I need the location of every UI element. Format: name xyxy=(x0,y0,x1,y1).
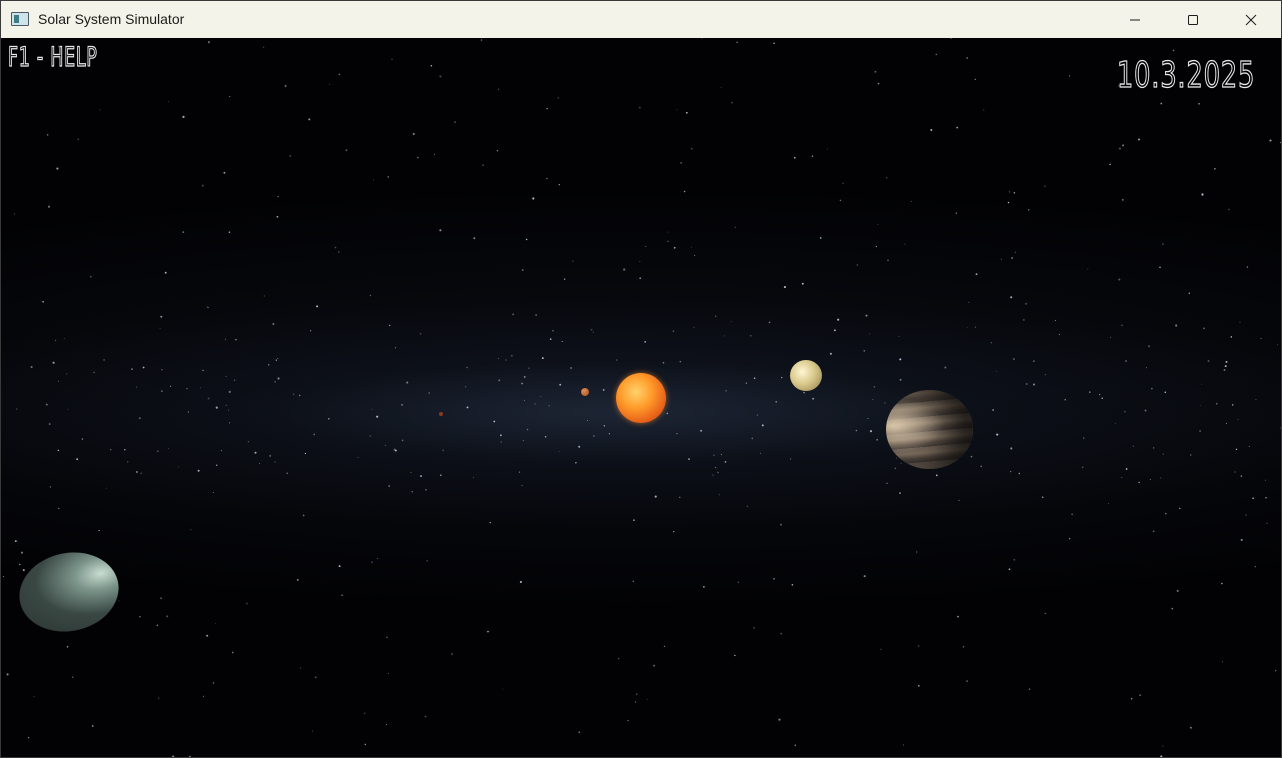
maximize-icon xyxy=(1188,14,1198,25)
app-window-icon xyxy=(11,12,29,26)
planet-jupiter[interactable] xyxy=(886,390,973,469)
minimize-button[interactable] xyxy=(1106,1,1164,38)
window-title: Solar System Simulator xyxy=(38,11,185,27)
sun[interactable] xyxy=(616,373,666,423)
close-icon xyxy=(1245,14,1257,25)
planet-mercury[interactable] xyxy=(581,388,589,396)
title-bar[interactable]: Solar System Simulator xyxy=(1,1,1281,38)
minimize-icon xyxy=(1130,19,1140,20)
close-button[interactable] xyxy=(1222,1,1280,38)
planet-venus[interactable] xyxy=(790,360,822,391)
simulation-viewport[interactable]: F1 - HELP 10.3.2025 xyxy=(1,38,1281,757)
maximize-button[interactable] xyxy=(1164,1,1222,38)
app-window: Solar System Simulator F1 - HELP 10.3.20… xyxy=(0,0,1282,758)
simulation-date: 10.3.2025 xyxy=(1116,54,1255,96)
planet-mars[interactable] xyxy=(439,412,443,416)
help-hint: F1 - HELP xyxy=(8,41,98,73)
